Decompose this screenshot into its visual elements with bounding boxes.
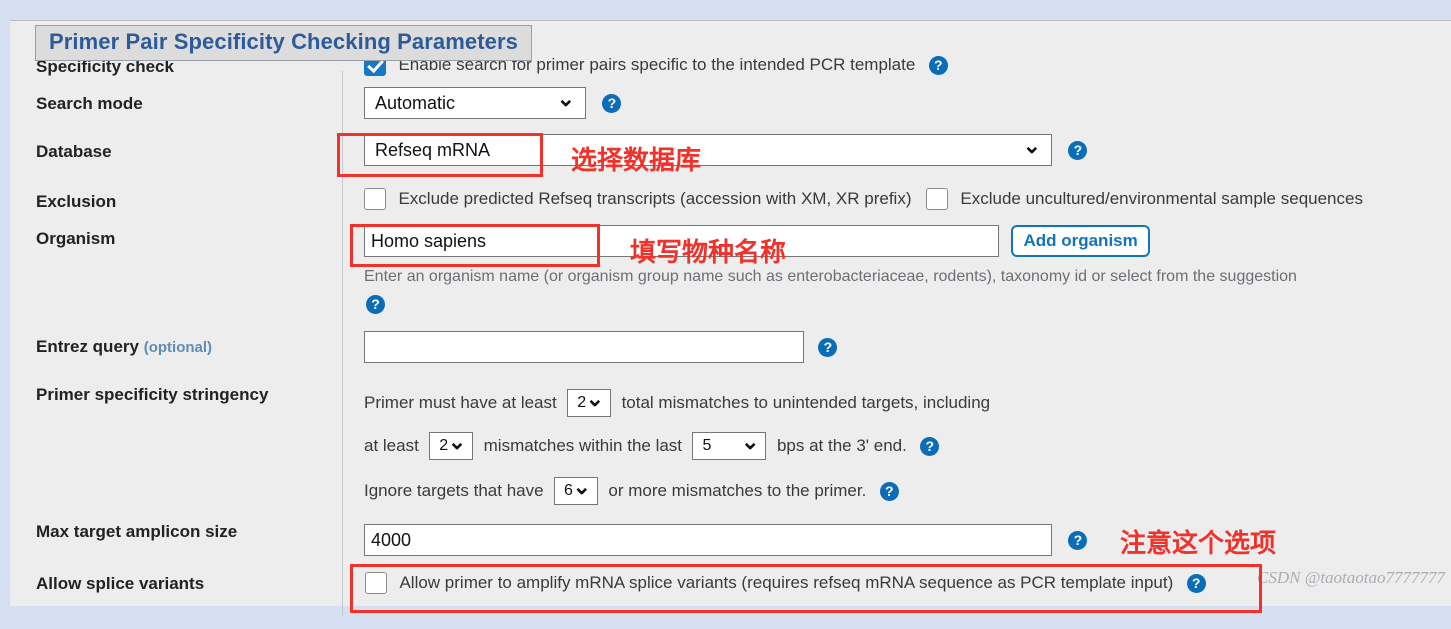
label-organism: Organism xyxy=(36,229,116,248)
stringency-line2-before: at least xyxy=(364,436,419,455)
exclude-uncultured-checkbox[interactable] xyxy=(925,188,948,210)
stringency-line-1: Primer must have at least 2 ⌄ total mism… xyxy=(364,386,991,417)
label-search-mode: Search mode xyxy=(36,94,143,113)
annotation-text-database: 选择数据库 xyxy=(571,146,702,176)
exclude-predicted-checkbox[interactable] xyxy=(364,188,386,210)
help-icon[interactable]: ? xyxy=(602,93,622,113)
search-mode-select[interactable]: Automatic ⌄ xyxy=(364,86,586,119)
help-icon[interactable]: ? xyxy=(818,337,838,357)
max-amplicon-input[interactable]: 4000 xyxy=(364,524,1052,556)
database-value: Refseq mRNA xyxy=(375,140,491,160)
database-control: Refseq mRNA ⌄ ? xyxy=(364,133,1088,166)
chevron-down-icon: ⌄ xyxy=(447,429,467,454)
label-entrez-query: Entrez query (optional) xyxy=(36,337,212,357)
search-mode-control: Automatic ⌄ ? xyxy=(364,86,622,119)
column-divider xyxy=(342,71,343,616)
help-icon[interactable]: ? xyxy=(1186,573,1206,593)
chevron-down-icon: ⌄ xyxy=(741,429,760,454)
help-icon[interactable]: ? xyxy=(928,55,948,75)
specificity-parameters-fieldset: Primer Pair Specificity Checking Paramet… xyxy=(10,20,1451,616)
panel-title: Primer Pair Specificity Checking Paramet… xyxy=(35,25,532,61)
organism-hint: Enter an organism name (or organism grou… xyxy=(364,268,1297,285)
entrez-query-input[interactable] xyxy=(364,331,804,363)
total-mismatches-select[interactable]: 2 ⌄ xyxy=(567,386,612,417)
chevron-down-icon: ⌄ xyxy=(1022,133,1041,158)
label-exclusion: Exclusion xyxy=(36,192,117,211)
annotation-text-organism: 填写物种名称 xyxy=(630,238,787,268)
entrez-query-control: ? xyxy=(364,331,838,363)
help-icon[interactable]: ? xyxy=(1068,530,1088,550)
help-icon[interactable]: ? xyxy=(1068,140,1088,160)
help-icon[interactable]: ? xyxy=(920,436,940,456)
ignore-targets-select[interactable]: 6 ⌄ xyxy=(554,474,598,505)
chevron-down-icon: ⌄ xyxy=(585,386,605,411)
exclusion-control: Exclude predicted Refseq transcripts (ac… xyxy=(364,188,1363,210)
stringency-line1-after: total mismatches to unintended targets, … xyxy=(621,393,991,412)
last-bps-mismatches-select[interactable]: 2 ⌄ xyxy=(429,429,474,460)
help-icon[interactable]: ? xyxy=(366,295,385,314)
chevron-down-icon: ⌄ xyxy=(572,474,591,499)
primer-blast-specificity-panel: Primer Pair Specificity Checking Paramet… xyxy=(0,0,1451,629)
splice-variants-control: Allow primer to amplify mRNA splice vari… xyxy=(365,572,1206,594)
stringency-line2-mid: mismatches within the last xyxy=(483,436,683,455)
max-amplicon-control: 4000 ? xyxy=(364,524,1088,556)
stringency-line-3: Ignore targets that have 6 ⌄ or more mis… xyxy=(364,474,899,505)
label-primer-stringency: Primer specificity stringency xyxy=(36,385,269,404)
help-icon[interactable]: ? xyxy=(879,481,899,501)
add-organism-button[interactable]: Add organism xyxy=(1011,225,1150,257)
search-mode-value: Automatic xyxy=(375,93,456,113)
stringency-line-2: at least 2 ⌄ mismatches within the last … xyxy=(364,429,940,460)
last-bps-select[interactable]: 5 ⌄ xyxy=(692,429,767,460)
entrez-query-text: Entrez query xyxy=(36,337,139,356)
stringency-line1-before: Primer must have at least xyxy=(364,393,557,412)
stringency-line3-before: Ignore targets that have xyxy=(364,481,544,500)
label-splice-variants: Allow splice variants xyxy=(36,574,205,593)
watermark: CSDN @taotaotao7777777 xyxy=(1256,568,1445,587)
stringency-line3-after: or more mismatches to the primer. xyxy=(608,481,867,500)
exclude-uncultured-label: Exclude uncultured/environmental sample … xyxy=(960,189,1363,208)
allow-splice-variants-label: Allow primer to amplify mRNA splice vari… xyxy=(399,573,1174,592)
allow-splice-variants-checkbox[interactable] xyxy=(365,572,387,594)
database-select[interactable]: Refseq mRNA ⌄ xyxy=(364,133,1052,166)
organism-help: ? xyxy=(366,295,385,314)
stringency-line2-after: bps at the 3' end. xyxy=(776,436,907,455)
last-bps-value: 5 xyxy=(702,437,712,454)
entrez-query-optional: (optional) xyxy=(143,339,213,356)
exclude-predicted-label: Exclude predicted Refseq transcripts (ac… xyxy=(398,189,912,208)
chevron-down-icon: ⌄ xyxy=(556,86,575,111)
label-max-amplicon: Max target amplicon size xyxy=(36,522,238,541)
label-database: Database xyxy=(36,142,112,161)
annotation-text-splice: 注意这个选项 xyxy=(1120,529,1277,559)
